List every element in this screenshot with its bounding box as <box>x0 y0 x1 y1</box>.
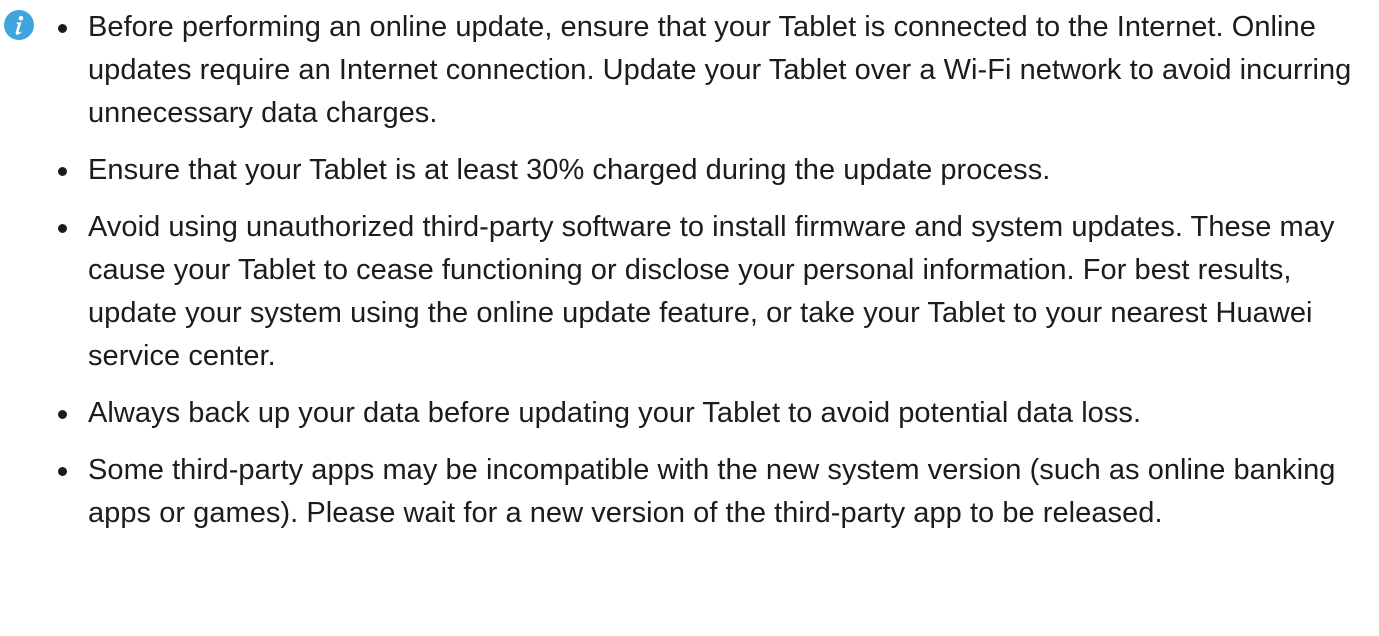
notes-list: Before performing an online update, ensu… <box>40 6 1375 549</box>
bullet-icon <box>58 24 67 33</box>
list-item-text: Ensure that your Tablet is at least 30% … <box>88 154 1051 186</box>
bullet-icon <box>58 224 67 233</box>
list-item-text: Some third-party apps may be incompatibl… <box>88 454 1336 529</box>
bullet-icon <box>58 167 67 176</box>
list-item: Before performing an online update, ensu… <box>40 6 1375 135</box>
note-block: Before performing an online update, ensu… <box>0 0 1379 636</box>
list-item-text: Before performing an online update, ensu… <box>88 11 1352 129</box>
list-item: Always back up your data before updating… <box>40 392 1375 435</box>
list-item-text: Avoid using unauthorized third-party sof… <box>88 211 1335 372</box>
list-item-text: Always back up your data before updating… <box>88 397 1142 429</box>
list-item: Ensure that your Tablet is at least 30% … <box>40 149 1375 192</box>
bullet-icon <box>58 410 67 419</box>
list-item: Avoid using unauthorized third-party sof… <box>40 206 1375 378</box>
list-item: Some third-party apps may be incompatibl… <box>40 449 1375 535</box>
info-icon <box>4 10 34 40</box>
bullet-icon <box>58 467 67 476</box>
